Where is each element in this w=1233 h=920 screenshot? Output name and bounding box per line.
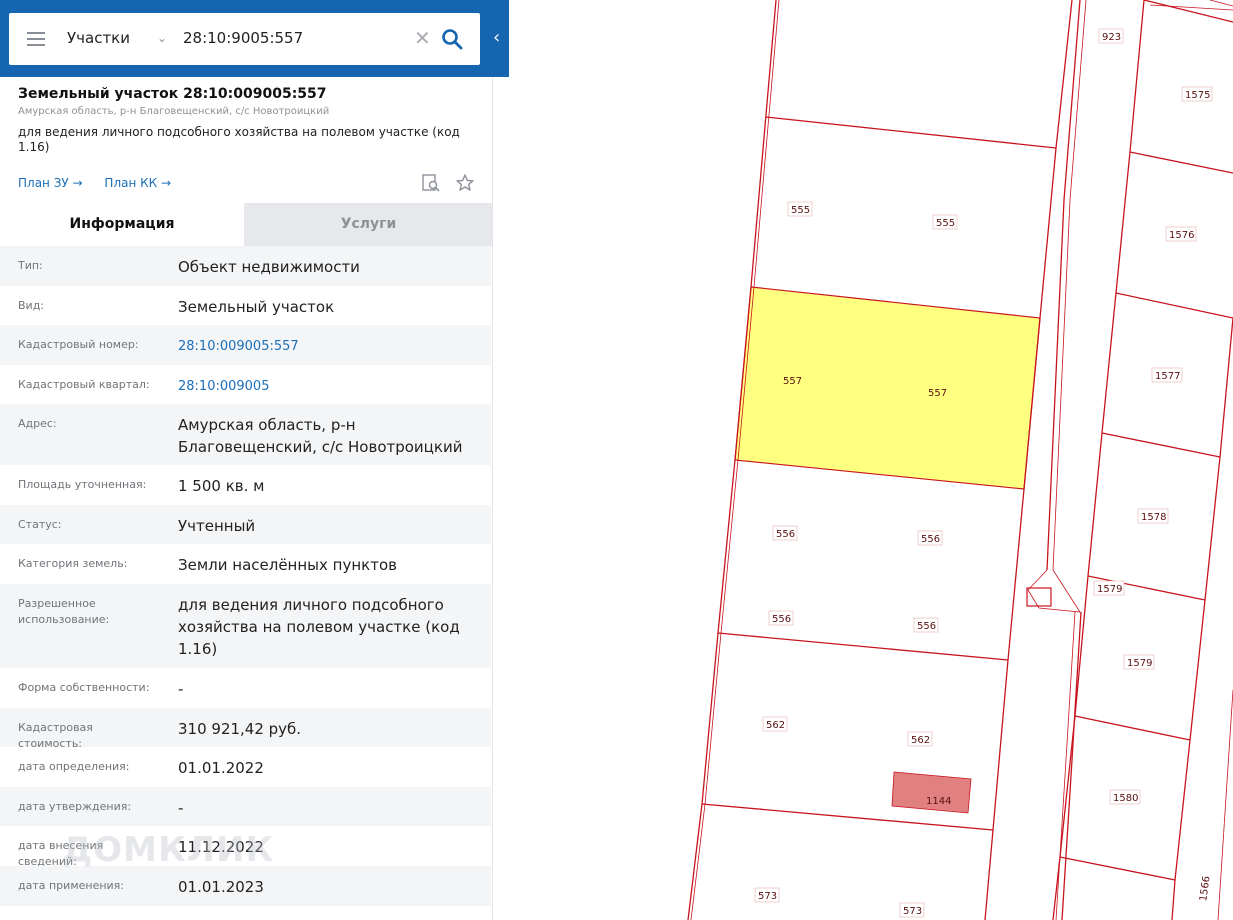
chevron-left-icon[interactable]: ‹	[493, 28, 507, 48]
table-row: Вид: Земельный участок	[18, 298, 335, 316]
svg-text:1575: 1575	[1185, 90, 1210, 101]
svg-text:1577: 1577	[1155, 371, 1180, 382]
svg-text:573: 573	[903, 906, 922, 917]
tab-bar: Информация Услуги	[0, 203, 492, 246]
parcel-label: 562	[907, 731, 933, 747]
table-row: Форма собственности: -	[18, 680, 184, 698]
table-row: Кадастровый номер: 28:10:009005:557	[0, 325, 491, 365]
parcel-label: 573	[754, 887, 780, 903]
parcel-label: 556	[913, 617, 939, 633]
parcel-label: 556	[772, 525, 798, 541]
parcel-label: 557	[783, 376, 802, 387]
table-row: Адрес: Амурская область, р-н Благовещенск…	[0, 404, 491, 465]
svg-text:562: 562	[911, 735, 930, 746]
svg-text:923: 923	[1102, 32, 1121, 43]
search-bar: Участки ⌄ 28:10:9005:557 ✕ ‹	[0, 0, 509, 77]
chevron-down-icon[interactable]: ⌄	[157, 31, 167, 45]
close-icon[interactable]: ✕	[414, 26, 431, 50]
plan-kk-link[interactable]: План КК →	[104, 176, 171, 190]
svg-text:1144: 1144	[926, 796, 951, 807]
svg-text:1576: 1576	[1169, 230, 1194, 241]
parcel-label: 1580	[1109, 789, 1141, 805]
search-box: Участки ⌄ 28:10:9005:557 ✕	[9, 13, 480, 65]
parcel-label: 1579	[1123, 654, 1155, 670]
watermark: ДОМКЛИК	[62, 830, 275, 870]
search-icon[interactable]	[441, 28, 463, 50]
table-row: Кадастровый квартал: 28:10:009005	[0, 365, 491, 404]
table-row: Площадь уточненная: 1 500 кв. м	[18, 477, 265, 495]
object-address: Амурская область, р-н Благовещенский, с/…	[18, 106, 330, 117]
info-panel: Земельный участок 28:10:009005:557 Амурс…	[0, 0, 493, 920]
star-icon[interactable]	[455, 173, 475, 193]
plan-zu-link[interactable]: План ЗУ →	[18, 176, 83, 190]
parcel-label: 1577	[1151, 367, 1183, 383]
svg-text:1578: 1578	[1141, 512, 1166, 523]
svg-text:556: 556	[776, 529, 795, 540]
svg-text:555: 555	[791, 205, 810, 216]
parcel-label: 557	[928, 388, 947, 399]
svg-text:556: 556	[917, 621, 936, 632]
cadastral-quarter-link[interactable]: 28:10:009005	[160, 365, 491, 404]
layer-select[interactable]: Участки	[67, 29, 130, 47]
svg-text:555: 555	[936, 218, 955, 229]
plan-links: План ЗУ → План КК →	[18, 176, 189, 190]
parcel-label: 1579	[1093, 580, 1125, 596]
parcel-label: 555	[787, 201, 813, 217]
table-row: дата определения: 01.01.2022	[18, 759, 264, 777]
selected-parcel-557[interactable]	[734, 286, 1041, 490]
header-actions	[421, 173, 475, 193]
svg-text:1579: 1579	[1127, 658, 1152, 669]
table-row: дата утверждения: -	[0, 787, 491, 826]
svg-text:1579: 1579	[1097, 584, 1122, 595]
table-row: Тип: Объект недвижимости	[0, 246, 491, 286]
table-row: Категория земель: Земли населённых пункто…	[18, 556, 397, 574]
svg-text:562: 562	[766, 720, 785, 731]
parcel-label: 1144	[926, 796, 951, 807]
object-purpose: для ведения личного подсобного хозяйства…	[18, 125, 460, 154]
search-input[interactable]: 28:10:9005:557	[183, 29, 303, 47]
tab-services[interactable]: Услуги	[244, 203, 492, 246]
table-row: Кадастровая стоимость: 310 921,42 руб.	[0, 708, 491, 750]
document-search-icon[interactable]	[421, 173, 441, 193]
parcel-label: 556	[917, 530, 943, 546]
table-row: Статус: Учтенный	[0, 505, 491, 544]
parcel-label: 1576	[1165, 226, 1197, 242]
tab-info[interactable]: Информация	[0, 203, 244, 246]
table-row: дата применения: 01.01.2023	[0, 866, 491, 906]
svg-text:556: 556	[921, 534, 940, 545]
table-row: Разрешенное использование: для ведения ли…	[0, 584, 491, 668]
object-header: Земельный участок 28:10:009005:557 Амурс…	[0, 77, 492, 192]
parcel-label: 1578	[1137, 508, 1169, 524]
parcel-label: 562	[762, 716, 788, 732]
object-title: Земельный участок 28:10:009005:557	[18, 86, 327, 102]
svg-text:1580: 1580	[1113, 793, 1138, 804]
parcel-label: 573	[899, 902, 925, 918]
parcel-label: 555	[932, 214, 958, 230]
menu-icon[interactable]	[27, 32, 45, 46]
parcel-label: 1575	[1181, 86, 1213, 102]
parcel-label: 923	[1098, 28, 1124, 44]
svg-text:573: 573	[758, 891, 777, 902]
svg-text:557: 557	[783, 376, 802, 387]
parcel-label: 556	[768, 610, 794, 626]
cadastral-number-link[interactable]: 28:10:009005:557	[160, 325, 491, 365]
svg-text:556: 556	[772, 614, 791, 625]
properties-table: Тип: Объект недвижимости Вид: Земельный уч…	[0, 246, 491, 906]
svg-text:557: 557	[928, 388, 947, 399]
